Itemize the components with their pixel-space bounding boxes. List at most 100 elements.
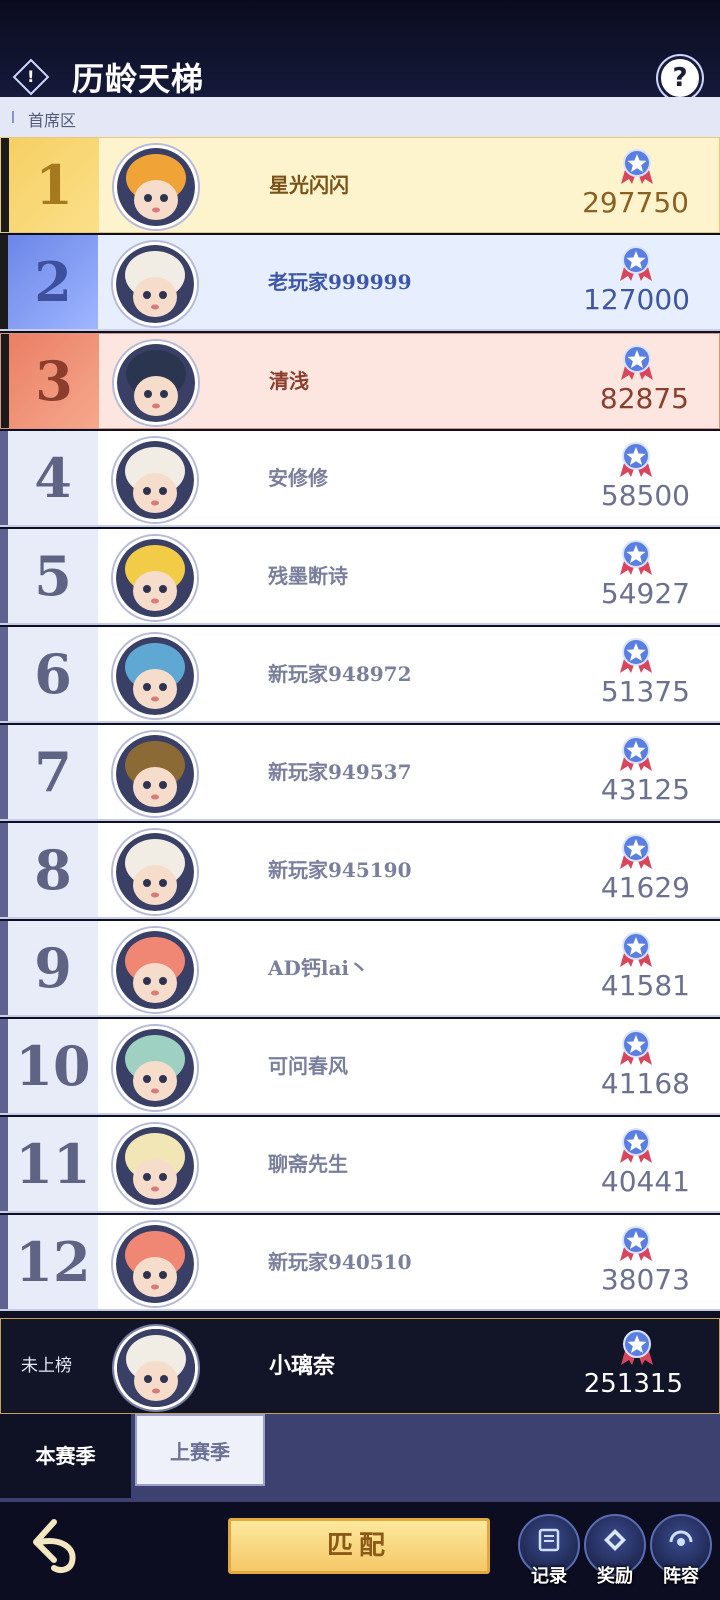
tab-last-season[interactable]: 上赛季	[135, 1414, 265, 1486]
player-score: 41629	[600, 871, 690, 904]
season-tabs: 本赛季 上赛季	[0, 1414, 720, 1502]
player-avatar[interactable]	[113, 1222, 197, 1306]
exclamation-diamond-icon[interactable]: !	[12, 58, 50, 96]
player-avatar[interactable]	[113, 634, 197, 718]
medal-icon	[621, 345, 653, 380]
reward-label: 奖励	[597, 1566, 633, 1587]
player-avatar[interactable]	[113, 928, 197, 1012]
leaderboard-row[interactable]: 1 星光闪闪 297750	[0, 137, 720, 233]
top-header: ! 历龄天梯 ?	[0, 0, 720, 100]
leaderboard-row[interactable]: 6 新玩家948972 51375	[0, 627, 720, 723]
match-button[interactable]: 匹配	[228, 1518, 490, 1574]
reward-icon	[604, 1529, 626, 1551]
medal-icon	[620, 1226, 652, 1261]
reward-button[interactable]: 奖励	[584, 1514, 646, 1587]
lineup-label: 阵容	[663, 1566, 699, 1587]
leaderboard-row[interactable]: 12 新玩家940510 38073	[0, 1215, 720, 1311]
player-name: AD钙lai丶	[268, 956, 370, 980]
player-name: 星光闪闪	[269, 173, 349, 197]
record-label: 记录	[531, 1566, 567, 1587]
medal-icon	[620, 736, 652, 771]
player-name: 清浅	[269, 369, 309, 393]
my-name: 小璃奈	[269, 1353, 336, 1379]
medal-icon	[620, 1128, 652, 1163]
player-score: 43125	[600, 773, 690, 806]
leaderboard-row[interactable]: 7 新玩家949537 43125	[0, 725, 720, 821]
leaderboard-row[interactable]: 9 AD钙lai丶 41581	[0, 921, 720, 1017]
player-name: 新玩家948972	[268, 662, 412, 686]
leaderboard-row[interactable]: 5 残墨断诗 54927	[0, 529, 720, 625]
rank-number: 4	[34, 446, 72, 510]
record-button[interactable]: 记录	[518, 1514, 580, 1587]
leaderboard-row[interactable]: 10 可问春风 41168	[0, 1019, 720, 1115]
player-avatar[interactable]	[113, 242, 197, 326]
rank-cell: 9	[0, 921, 98, 1015]
player-avatar[interactable]	[113, 1026, 197, 1110]
rank-number: 5	[34, 544, 72, 608]
lineup-button[interactable]: 阵容	[650, 1514, 712, 1587]
player-name: 老玩家999999	[268, 270, 412, 294]
section-label: 首席区	[28, 111, 77, 130]
rank-cell: 6	[0, 627, 98, 721]
rank-cell: 1	[1, 138, 99, 232]
rank-cell: 4	[0, 431, 98, 525]
player-name: 可问春风	[268, 1054, 348, 1078]
leaderboard-row[interactable]: 11 聊斋先生 40441	[0, 1117, 720, 1213]
rank-cell: 3	[1, 334, 99, 428]
question-icon[interactable]: ?	[658, 56, 702, 100]
leaderboard-row[interactable]: 4 安修修 58500	[0, 431, 720, 527]
leaderboard-row[interactable]: 2 老玩家999999 127000	[0, 235, 720, 331]
player-name: 新玩家949537	[268, 760, 412, 784]
rank-number: 12	[15, 1230, 91, 1294]
player-name: 残墨断诗	[268, 564, 348, 588]
player-avatar[interactable]	[113, 438, 197, 522]
medal-icon	[621, 1330, 653, 1365]
player-score: 40441	[600, 1165, 690, 1198]
leaderboard-row[interactable]: 8 新玩家945190 41629	[0, 823, 720, 919]
section-header: 首席区	[0, 97, 720, 137]
section-marker	[12, 111, 14, 123]
rank-number: 9	[34, 936, 72, 1000]
rank-number: 6	[34, 642, 72, 706]
medal-icon	[620, 638, 652, 673]
rank-number: 11	[15, 1132, 91, 1196]
player-avatar[interactable]	[114, 145, 198, 229]
player-name: 聊斋先生	[268, 1152, 348, 1176]
leaderboard-row[interactable]: 3 清浅 82875	[0, 333, 720, 429]
player-score: 41581	[600, 969, 690, 1002]
medal-icon	[620, 442, 652, 477]
my-score: 251315	[583, 1369, 683, 1399]
page-title: 历龄天梯	[72, 60, 205, 98]
player-avatar[interactable]	[114, 341, 198, 425]
player-score: 51375	[600, 675, 690, 708]
lineup-icon	[669, 1530, 693, 1546]
rank-cell: 5	[0, 529, 98, 623]
rank-cell: 2	[0, 235, 98, 329]
tab-current-season[interactable]: 本赛季	[0, 1414, 131, 1498]
rank-cell: 7	[0, 725, 98, 819]
player-name: 新玩家940510	[268, 1250, 412, 1274]
record-icon	[538, 1528, 560, 1552]
player-avatar[interactable]	[113, 732, 197, 816]
player-avatar[interactable]	[113, 830, 197, 914]
rank-number: 3	[35, 349, 73, 413]
rank-cell: 8	[0, 823, 98, 917]
player-score: 41168	[600, 1067, 690, 1100]
medal-icon	[620, 834, 652, 869]
rank-number: 2	[34, 250, 72, 314]
rank-number: 7	[34, 740, 72, 804]
my-avatar[interactable]	[114, 1326, 198, 1410]
player-score: 297750	[582, 186, 689, 219]
rank-number: 10	[15, 1034, 91, 1098]
rank-cell: 12	[0, 1215, 98, 1309]
player-avatar[interactable]	[113, 1124, 197, 1208]
player-avatar[interactable]	[113, 536, 197, 620]
player-score: 54927	[600, 577, 690, 610]
rank-number: 8	[34, 838, 72, 902]
back-arrow-icon[interactable]	[28, 1516, 86, 1574]
medal-icon	[620, 1030, 652, 1065]
my-rank-row[interactable]: 未上榜 小璃奈 251315	[0, 1318, 720, 1414]
player-score: 38073	[600, 1263, 690, 1296]
player-score: 82875	[599, 382, 689, 415]
rank-number: 1	[35, 153, 73, 217]
